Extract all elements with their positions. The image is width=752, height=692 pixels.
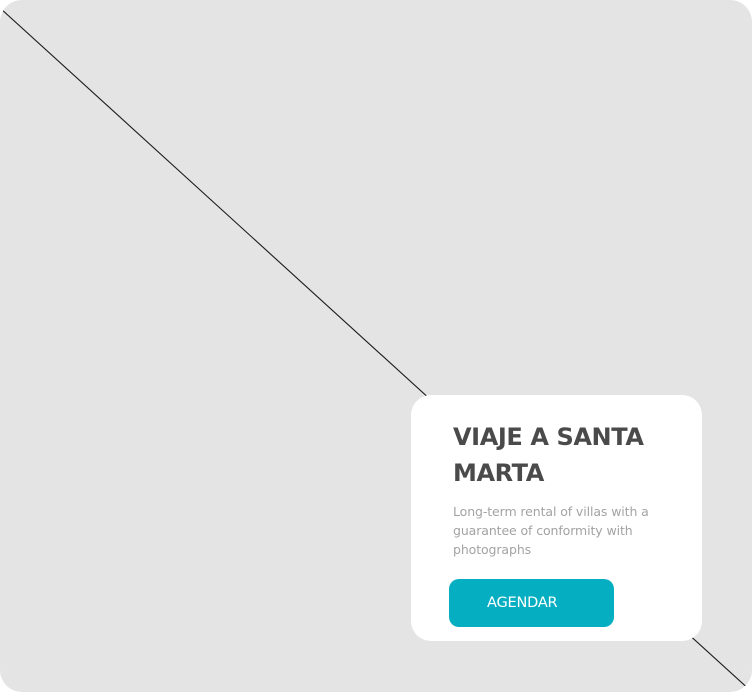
trip-info-card: VIAJE A SANTA MARTA Long-term rental of … — [411, 395, 702, 641]
card-description: Long-term rental of villas with a guaran… — [453, 504, 649, 557]
agendar-button[interactable]: AGENDAR — [449, 579, 614, 627]
page: VIAJE A SANTA MARTA Long-term rental of … — [0, 0, 752, 692]
card-title: VIAJE A SANTA MARTA — [453, 423, 644, 487]
